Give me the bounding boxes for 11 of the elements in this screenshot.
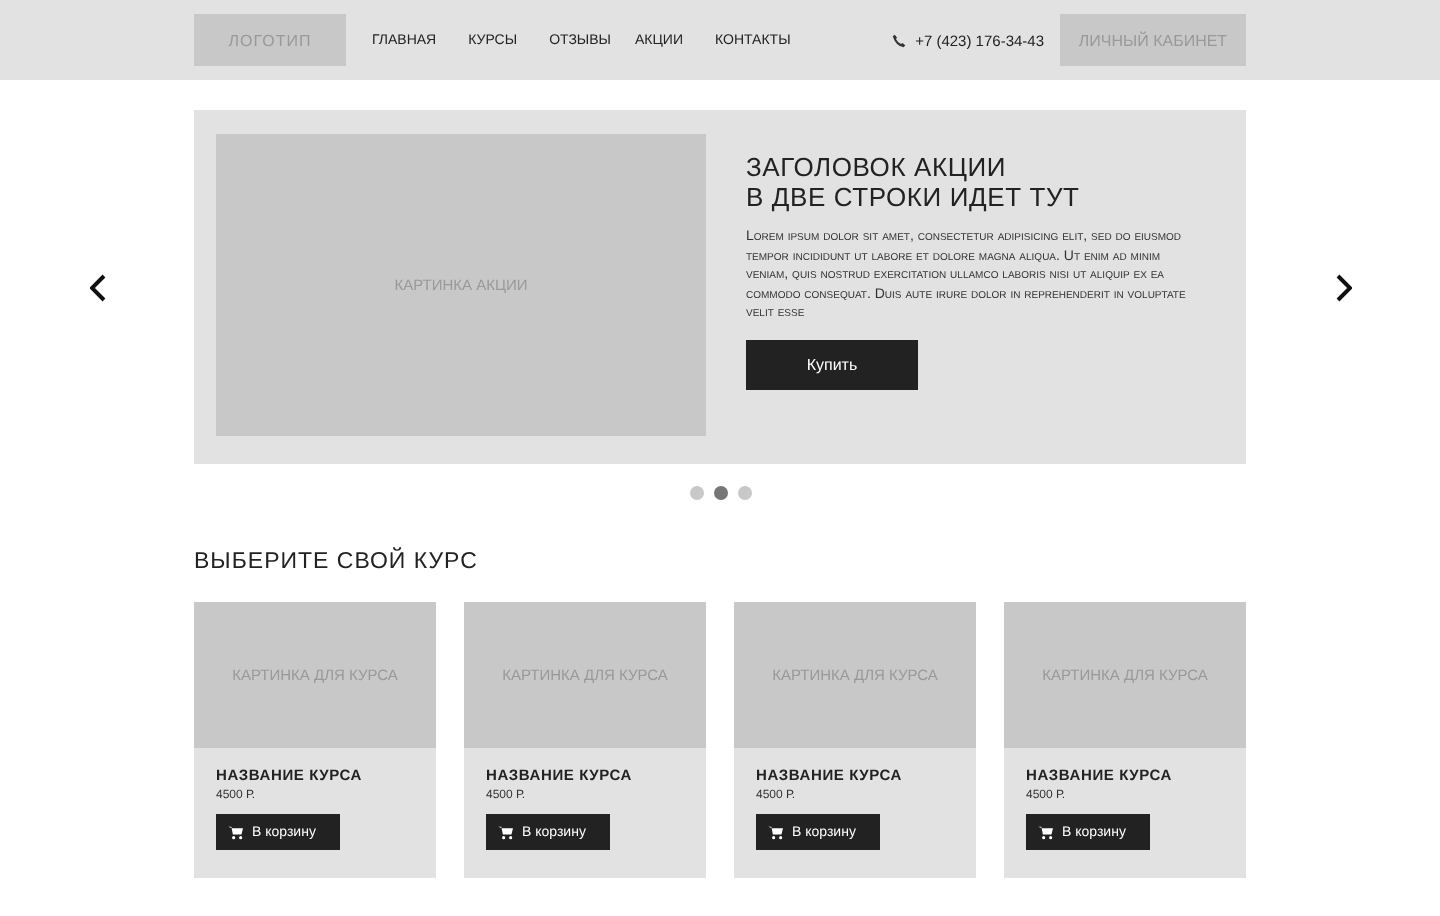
promo-title: ЗАГОЛОВОК АКЦИИ В ДВЕ СТРОКИ ИДЕТ ТУТ bbox=[746, 152, 1082, 212]
phone-icon bbox=[891, 33, 906, 47]
slide-dot[interactable] bbox=[689, 486, 703, 500]
cart-icon bbox=[768, 825, 784, 839]
cart-icon bbox=[1038, 825, 1054, 839]
section-heading: ВЫБЕРИТЕ СВОЙ КУРС bbox=[194, 550, 480, 578]
slide-dot[interactable] bbox=[737, 486, 751, 500]
cart-icon bbox=[498, 825, 514, 839]
buy-button[interactable]: Купить bbox=[746, 339, 918, 390]
cart-icon bbox=[228, 825, 244, 839]
slide-dot[interactable] bbox=[713, 486, 727, 500]
